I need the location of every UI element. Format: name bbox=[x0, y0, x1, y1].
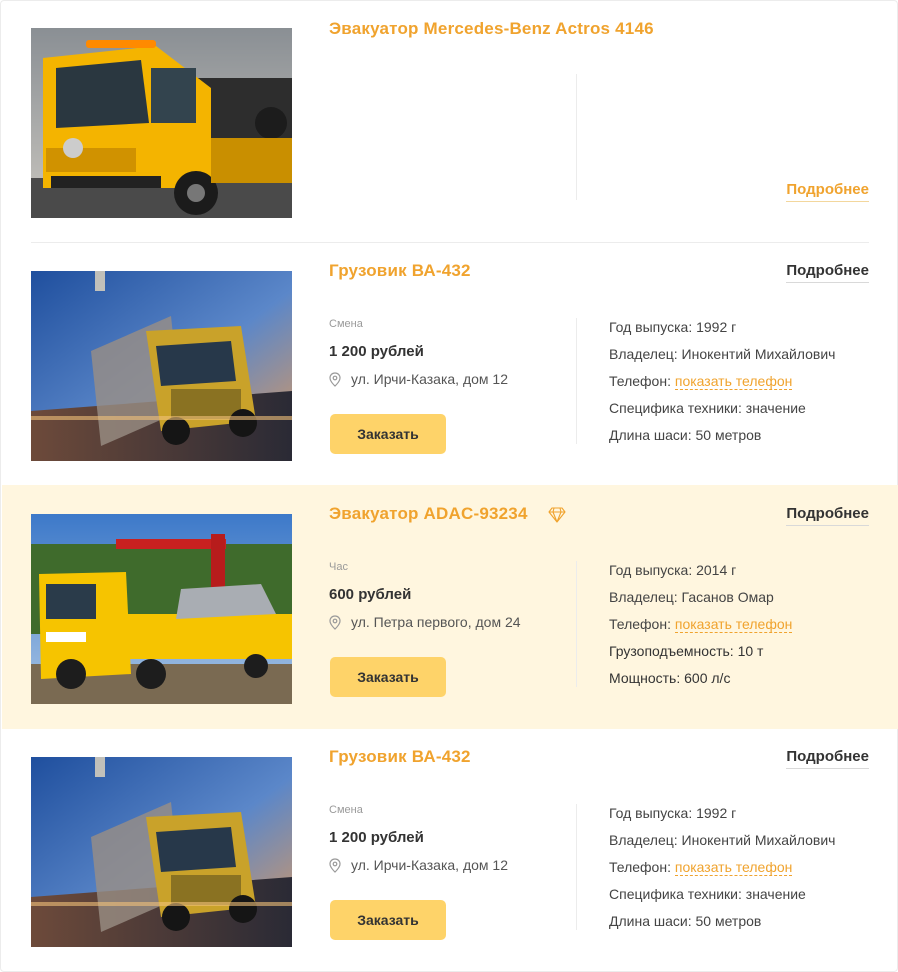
spec-owner: Владелец: Гасанов Омар bbox=[609, 589, 774, 605]
address: ул. Петра первого, дом 24 bbox=[329, 614, 521, 630]
address-text: ул. Петра первого, дом 24 bbox=[351, 614, 521, 630]
show-phone-link[interactable]: показать телефон bbox=[674, 373, 793, 390]
listing-card-3-premium: Эвакуатор ADAC-93234 Подробнее Час 600 р… bbox=[2, 485, 898, 729]
details-link[interactable]: Подробнее bbox=[786, 181, 869, 202]
spec-phone: Телефон: показать телефон bbox=[609, 616, 793, 633]
listing-photo[interactable] bbox=[31, 514, 292, 704]
location-pin-icon bbox=[329, 371, 341, 387]
column-divider bbox=[576, 561, 577, 687]
listing-card-2: Грузовик ВА-432 Подробнее Смена 1 200 ру… bbox=[2, 243, 898, 485]
listing-photo[interactable] bbox=[31, 271, 292, 461]
rate-unit: Смена bbox=[329, 318, 363, 330]
spec-owner: Владелец: Инокентий Михайлович bbox=[609, 832, 836, 848]
rate-unit: Смена bbox=[329, 804, 363, 816]
location-pin-icon bbox=[329, 857, 341, 873]
spec-owner: Владелец: Инокентий Михайлович bbox=[609, 346, 836, 362]
show-phone-link[interactable]: показать телефон bbox=[674, 616, 793, 633]
spec-equipment: Специфика техники: значение bbox=[609, 886, 806, 902]
listing-title[interactable]: Эвакуатор Mercedes-Benz Actros 4146 bbox=[329, 19, 654, 39]
diamond-icon bbox=[548, 507, 566, 523]
show-phone-link[interactable]: показать телефон bbox=[674, 859, 793, 876]
volvo-truck-image bbox=[31, 271, 292, 461]
details-link[interactable]: Подробнее bbox=[786, 262, 869, 283]
volvo-truck-image bbox=[31, 757, 292, 947]
listing-title[interactable]: Эвакуатор ADAC-93234 bbox=[329, 504, 528, 524]
listing-photo[interactable] bbox=[31, 28, 292, 218]
spec-equipment: Специфика техники: значение bbox=[609, 400, 806, 416]
details-link[interactable]: Подробнее bbox=[786, 505, 869, 526]
listing-card-1: Эвакуатор Mercedes-Benz Actros 4146 Подр… bbox=[2, 1, 898, 243]
price: 1 200 рублей bbox=[329, 343, 424, 360]
location-pin-icon bbox=[329, 614, 341, 630]
column-divider bbox=[576, 804, 577, 930]
order-button[interactable]: Заказать bbox=[330, 657, 446, 697]
spec-year: Год выпуска: 2014 г bbox=[609, 562, 737, 578]
yellow-tow-truck-image bbox=[31, 28, 292, 218]
spec-phone: Телефон: показать телефон bbox=[609, 373, 793, 390]
address: ул. Ирчи-Казака, дом 12 bbox=[329, 857, 508, 873]
column-divider bbox=[576, 74, 577, 200]
column-divider bbox=[576, 318, 577, 444]
address: ул. Ирчи-Казака, дом 12 bbox=[329, 371, 508, 387]
spec-capacity: Грузоподъемность: 10 т bbox=[609, 643, 764, 659]
listing-card-4: Грузовик ВА-432 Подробнее Смена 1 200 ру… bbox=[2, 729, 898, 971]
listing-panel: Эвакуатор Mercedes-Benz Actros 4146 Подр… bbox=[0, 0, 898, 972]
spec-chassis: Длина шаси: 50 метров bbox=[609, 913, 762, 929]
spec-chassis: Длина шаси: 50 метров bbox=[609, 427, 762, 443]
spec-year: Год выпуска: 1992 г bbox=[609, 319, 737, 335]
rate-unit: Час bbox=[329, 561, 348, 573]
price: 1 200 рублей bbox=[329, 829, 424, 846]
spec-power: Мощность: 600 л/с bbox=[609, 670, 731, 686]
spec-phone: Телефон: показать телефон bbox=[609, 859, 793, 876]
listing-title[interactable]: Грузовик ВА-432 bbox=[329, 261, 471, 281]
listing-title[interactable]: Грузовик ВА-432 bbox=[329, 747, 471, 767]
address-text: ул. Ирчи-Казака, дом 12 bbox=[351, 857, 508, 873]
order-button[interactable]: Заказать bbox=[330, 414, 446, 454]
listing-photo[interactable] bbox=[31, 757, 292, 947]
spec-year: Год выпуска: 1992 г bbox=[609, 805, 737, 821]
address-text: ул. Ирчи-Казака, дом 12 bbox=[351, 371, 508, 387]
order-button[interactable]: Заказать bbox=[330, 900, 446, 940]
details-link[interactable]: Подробнее bbox=[786, 748, 869, 769]
price: 600 рублей bbox=[329, 586, 412, 603]
adac-tow-truck-image bbox=[31, 514, 292, 704]
